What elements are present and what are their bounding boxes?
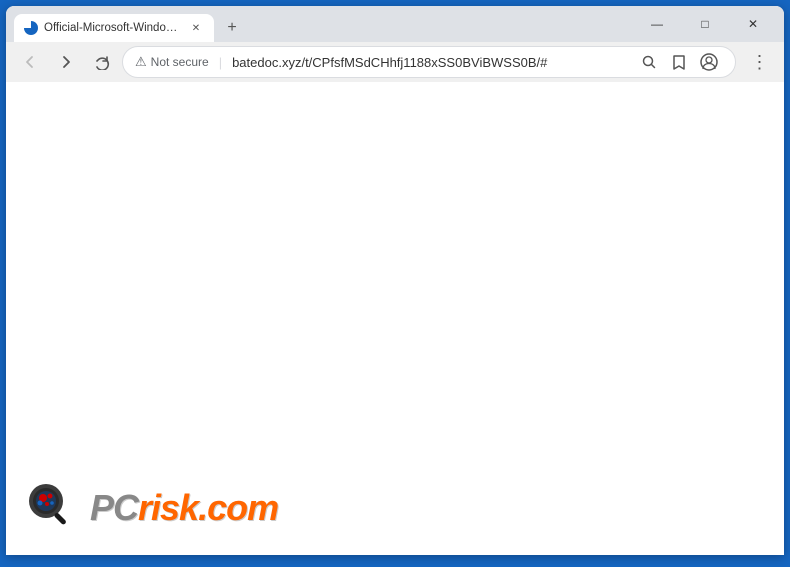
search-button[interactable] — [635, 48, 663, 76]
new-tab-button[interactable]: + — [218, 14, 246, 42]
risk-text: risk.com — [138, 487, 278, 528]
tab-title: Official-Microsoft-Windows-Help — [44, 22, 182, 34]
content-area: PCrisk.com — [6, 82, 784, 555]
forward-button[interactable] — [50, 46, 82, 78]
close-button[interactable]: ✕ — [730, 10, 776, 38]
active-tab[interactable]: Official-Microsoft-Windows-Help ✕ — [14, 14, 214, 42]
profile-button[interactable] — [695, 48, 723, 76]
url-display: batedoc.xyz/t/CPfsfMSdCHhfj1188xSS0BViBW… — [232, 55, 629, 70]
back-button[interactable] — [14, 46, 46, 78]
pcrisk-text: PCrisk.com — [90, 487, 278, 529]
window-controls: — □ ✕ — [634, 10, 776, 38]
title-bar: Official-Microsoft-Windows-Help ✕ + — □ … — [6, 6, 784, 42]
security-indicator: ⚠ Not secure — [135, 54, 209, 70]
pc-text: PC — [90, 487, 138, 528]
nav-bar: ⚠ Not secure | batedoc.xyz/t/CPfsfMSdCHh… — [6, 42, 784, 82]
not-secure-label: Not secure — [151, 55, 209, 69]
tab-strip: Official-Microsoft-Windows-Help ✕ + — [14, 6, 634, 42]
address-actions — [635, 48, 723, 76]
maximize-button[interactable]: □ — [682, 10, 728, 38]
address-bar[interactable]: ⚠ Not secure | batedoc.xyz/t/CPfsfMSdCHh… — [122, 46, 736, 78]
pcrisk-logo — [26, 481, 80, 535]
more-button[interactable]: ⋮ — [744, 46, 776, 78]
bookmark-button[interactable] — [665, 48, 693, 76]
not-secure-icon: ⚠ — [135, 54, 147, 70]
pcrisk-watermark: PCrisk.com — [26, 481, 278, 535]
tab-favicon — [24, 21, 38, 35]
reload-button[interactable] — [86, 46, 118, 78]
browser-window: Official-Microsoft-Windows-Help ✕ + — □ … — [6, 6, 784, 555]
address-separator: | — [219, 55, 222, 70]
tab-close-button[interactable]: ✕ — [188, 20, 204, 36]
minimize-button[interactable]: — — [634, 10, 680, 38]
